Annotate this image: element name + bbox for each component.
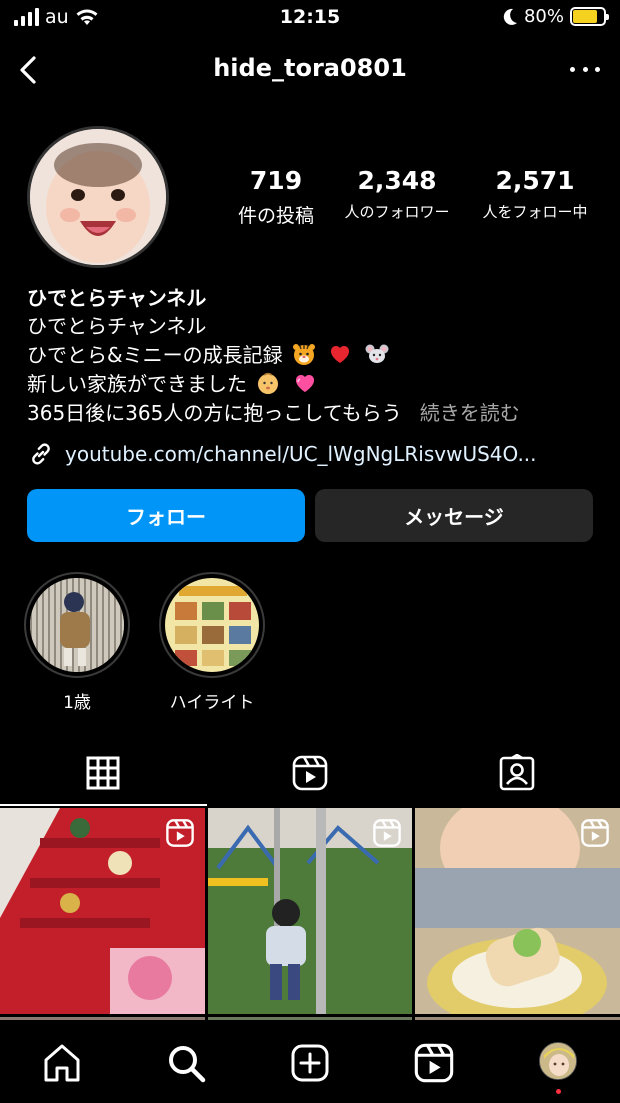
followers-count: 2,348 [357, 166, 437, 195]
highlight-cover [30, 578, 124, 672]
post-grid [0, 808, 620, 1014]
following-stat[interactable]: 2,571 人をフォロー中 [470, 166, 600, 228]
post-thumbnail[interactable] [415, 808, 620, 1014]
display-name: ひでとらチャンネル [27, 286, 207, 310]
nav-search[interactable] [156, 1042, 216, 1086]
more-icon[interactable] [570, 54, 600, 84]
post-thumbnail[interactable] [0, 808, 205, 1014]
bio-line-4: 365日後に365人の方に抱っこしてもらう 続きを読む [27, 399, 597, 428]
search-icon [169, 1046, 206, 1083]
highlight-label: 1歳 [63, 693, 91, 713]
content-tabs [0, 740, 620, 806]
reel-badge-icon [165, 819, 194, 847]
red-heart-icon [331, 345, 350, 363]
reels-icon [292, 755, 328, 791]
nav-reels[interactable] [404, 1042, 464, 1086]
profile-bio: ひでとらチャンネル ひでとらチャンネル ひでとら&ミニーの成長記録 新しい家族が… [27, 282, 597, 428]
reel-badge-icon [581, 819, 609, 847]
grid-icon [86, 756, 120, 790]
highlight-label: ハイライト [169, 693, 255, 713]
tab-tagged[interactable] [413, 740, 620, 806]
followers-stat[interactable]: 2,348 人のフォロワー [332, 166, 462, 228]
home-icon [44, 1044, 80, 1082]
following-label: 人をフォロー中 [482, 203, 588, 221]
posts-count: 719 [249, 166, 303, 195]
post-thumbnail[interactable] [207, 808, 413, 1014]
bio-line-2: ひでとら&ミニーの成長記録 [27, 341, 597, 370]
baby-icon [258, 372, 279, 394]
profile-avatar[interactable] [27, 126, 169, 268]
highlight-item[interactable]: 1歳 [24, 572, 130, 713]
battery-percent: 80% [523, 6, 564, 27]
baby-face-illustration [30, 129, 166, 265]
bio-line-3: 新しい家族ができました [27, 370, 597, 399]
profile-header: hide_tora0801 [0, 44, 620, 96]
follow-button[interactable]: フォロー [27, 489, 305, 542]
link-icon [32, 443, 50, 465]
highlight-item[interactable]: ハイライト [159, 572, 265, 713]
battery-charging-icon [570, 7, 609, 26]
bio-text-3: 新しい家族ができました [27, 372, 247, 396]
create-icon [291, 1044, 329, 1082]
moon-icon [503, 8, 517, 25]
tab-grid[interactable] [0, 740, 207, 806]
nav-profile[interactable] [528, 1042, 588, 1094]
read-more-link[interactable]: 続きを読む [420, 401, 520, 425]
reel-badge-icon [373, 819, 402, 847]
highlight-ring [24, 572, 130, 678]
status-bar: au 12:15 80% [0, 0, 620, 36]
reels-icon [414, 1043, 454, 1083]
bottom-nav [0, 1020, 620, 1103]
tab-reels[interactable] [207, 740, 414, 806]
highlight-cover [165, 578, 259, 672]
nav-create[interactable] [280, 1042, 340, 1086]
followers-label: 人のフォロワー [344, 203, 450, 221]
mouse-face-icon [365, 344, 389, 363]
username-title: hide_tora0801 [213, 54, 407, 82]
bio-line-1: ひでとらチャンネル [27, 312, 597, 341]
status-right: 80% [502, 6, 609, 27]
pink-heart-icon [295, 374, 314, 392]
bio-text-2: ひでとら&ミニーの成長記録 [27, 343, 283, 367]
following-count: 2,571 [495, 166, 575, 195]
tiger-face-icon [292, 344, 315, 365]
bio-text-4: 365日後に365人の方に抱っこしてもらう [27, 401, 402, 425]
posts-stat[interactable]: 719 件の投稿 [226, 166, 326, 228]
bio-text-1: ひでとらチャンネル [27, 314, 207, 338]
notification-dot [556, 1089, 561, 1094]
nav-home[interactable] [32, 1042, 92, 1086]
profile-stats: 719 件の投稿 2,348 人のフォロワー 2,571 人をフォロー中 [226, 166, 606, 228]
posts-label: 件の投稿 [237, 205, 314, 227]
message-button[interactable]: メッセージ [315, 489, 593, 542]
tagged-icon [499, 754, 534, 791]
profile-avatar [539, 1042, 577, 1080]
profile-link[interactable]: youtube.com/channel/UC_lWgNgLRisvwUS4O..… [27, 440, 537, 468]
highlight-ring [159, 572, 265, 678]
link-text[interactable]: youtube.com/channel/UC_lWgNgLRisvwUS4O..… [65, 442, 537, 466]
